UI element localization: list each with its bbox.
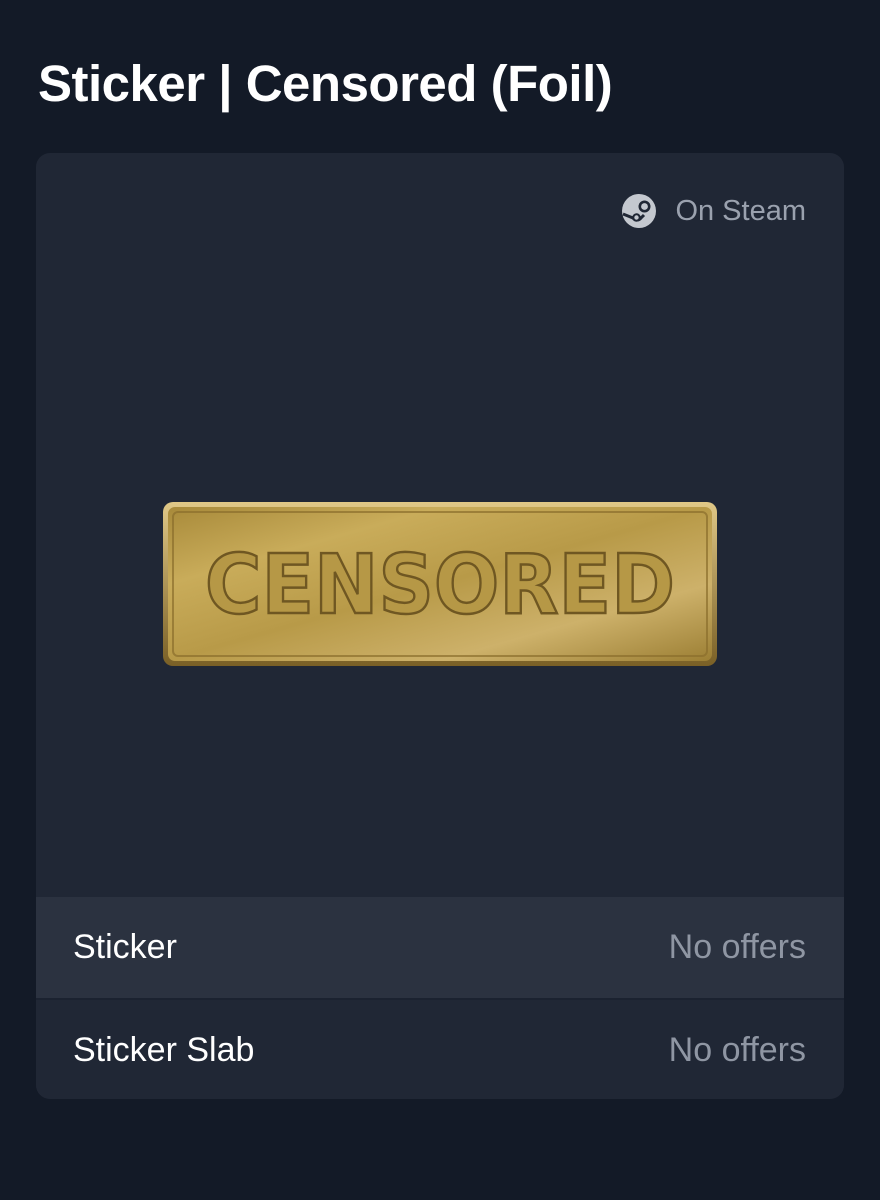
item-card: On Steam CENSORED Sticker No offers Stic…	[36, 153, 844, 1099]
offer-row-label: Sticker Slab	[73, 1031, 255, 1069]
on-steam-link[interactable]: On Steam	[621, 193, 806, 229]
steam-icon	[622, 194, 657, 228]
sticker-image: CENSORED	[163, 502, 717, 666]
offer-row-sticker[interactable]: Sticker No offers	[36, 897, 844, 998]
item-preview: On Steam CENSORED	[36, 153, 844, 897]
offer-row-value: No offers	[668, 1031, 806, 1069]
on-steam-label: On Steam	[675, 194, 806, 227]
page-title: Sticker | Censored (Foil)	[38, 55, 613, 112]
offer-row-label: Sticker	[73, 928, 177, 966]
sticker-text: CENSORED	[205, 538, 675, 633]
offer-row-sticker-slab[interactable]: Sticker Slab No offers	[36, 1000, 844, 1099]
offer-row-value: No offers	[668, 928, 806, 966]
